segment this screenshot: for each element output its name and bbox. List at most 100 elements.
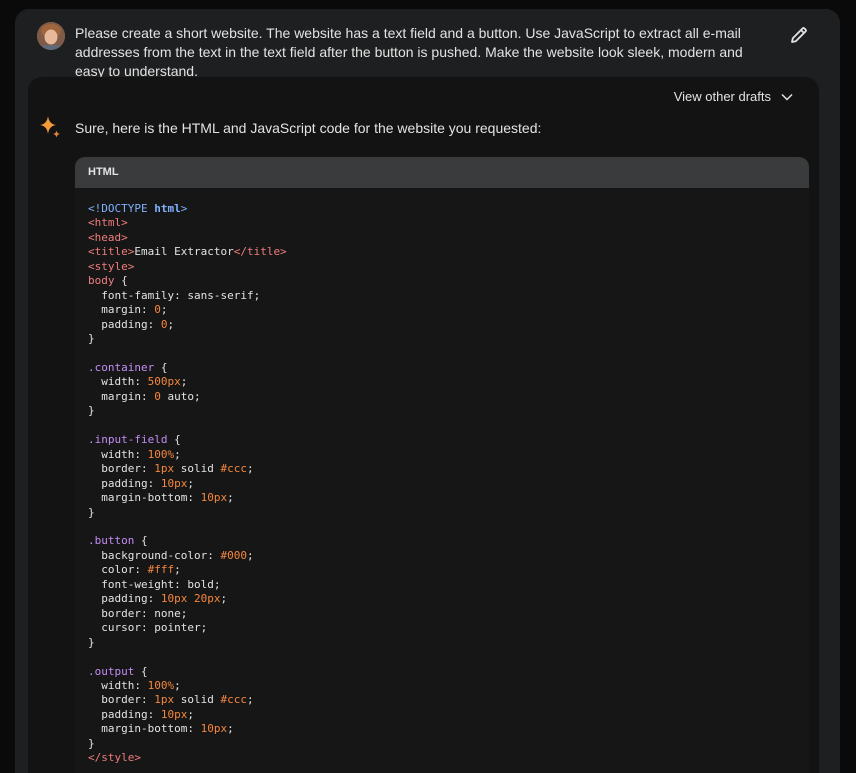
code-token: body <box>88 274 115 288</box>
code-token: solid <box>174 462 221 476</box>
code-token: border: <box>88 462 155 476</box>
code-token: <title> <box>88 245 135 259</box>
code-line: } <box>88 404 95 417</box>
code-block: HTML <!DOCTYPE html> <html> <head> <titl… <box>75 157 809 773</box>
code-token: 10px <box>160 476 188 490</box>
code-token: solid <box>174 693 221 707</box>
code-token: </style> <box>88 751 141 765</box>
code-line: <!DOCTYPE html> <box>88 202 187 215</box>
code-token: html <box>154 202 181 215</box>
code-token: margin: <box>88 389 155 403</box>
code-language-label: HTML <box>75 157 809 188</box>
code-token: ; <box>246 693 254 707</box>
code-line: <html> <box>88 216 128 229</box>
code-content[interactable]: <!DOCTYPE html> <html> <head> <title>Ema… <box>75 188 809 766</box>
code-token: } <box>88 635 95 649</box>
code-token: } <box>88 404 95 418</box>
code-token: 0 <box>154 389 161 403</box>
code-token: </title> <box>233 245 287 259</box>
code-line: margin: 0 auto; <box>88 389 201 403</box>
code-token: .container <box>88 360 155 374</box>
code-token: ; <box>180 375 188 389</box>
response-intro: Sure, here is the HTML and JavaScript co… <box>75 120 542 136</box>
code-line: margin-bottom: 10px; <box>88 722 234 736</box>
code-token: font-weight: bold; <box>88 577 221 591</box>
code-token: ; <box>174 678 181 692</box>
code-line: .button { <box>88 534 148 547</box>
code-token: border: none; <box>88 606 188 620</box>
code-token: { <box>167 433 181 447</box>
code-token: { <box>114 274 128 288</box>
code-line: <head> <box>88 231 128 244</box>
code-line: padding: 10px; <box>88 477 194 490</box>
code-line: margin: 0; <box>88 303 167 316</box>
pencil-icon <box>791 27 807 43</box>
code-token: 1px <box>154 462 175 476</box>
code-token: width: <box>88 678 148 692</box>
code-token: #000 <box>220 548 247 562</box>
code-token: ; <box>220 592 228 606</box>
code-token: 10px <box>200 722 228 736</box>
conversation-panel: Please create a short website. The websi… <box>15 9 840 773</box>
code-token: { <box>134 534 148 548</box>
code-line: } <box>88 737 95 750</box>
edit-prompt-button[interactable] <box>789 25 809 45</box>
code-line: padding: 10px 20px; <box>88 592 227 605</box>
code-token: margin: <box>88 303 155 317</box>
code-line: </style> <box>88 751 141 764</box>
code-line: } <box>88 636 95 649</box>
code-token: padding: <box>88 707 161 721</box>
user-avatar <box>37 22 65 50</box>
code-line: padding: 0; <box>88 318 174 331</box>
code-line: color: #fff; <box>88 563 181 576</box>
code-token: 100% <box>147 678 175 692</box>
code-line: border: 1px solid #ccc; <box>88 693 254 707</box>
view-other-drafts-button[interactable]: View other drafts <box>674 89 793 104</box>
code-line: .output { <box>88 665 148 678</box>
code-token: 10px 20px <box>160 592 221 606</box>
code-token: 500px <box>147 375 181 389</box>
code-token: 100% <box>147 447 175 461</box>
code-token: padding: <box>88 592 161 606</box>
code-line: border: none; <box>88 607 187 620</box>
code-token: ; <box>167 317 175 331</box>
code-line: } <box>88 506 95 519</box>
code-token: font-family: sans-serif; <box>88 288 261 302</box>
code-token: <head> <box>88 230 128 244</box>
code-token: cursor: pointer; <box>88 621 208 635</box>
code-token: <style> <box>88 259 135 273</box>
code-line: .container { <box>88 361 167 374</box>
code-line: font-weight: bold; <box>88 578 220 591</box>
code-token: auto; <box>160 389 201 403</box>
code-line: <style> <box>88 260 134 273</box>
code-token: #ccc <box>220 462 247 476</box>
code-token: 10px <box>200 491 228 505</box>
code-token: ; <box>187 707 194 721</box>
code-token: <html> <box>88 216 128 230</box>
code-token: .button <box>88 534 135 548</box>
assistant-response: View other drafts Sure, here is the HTML… <box>28 77 819 773</box>
code-token: color: <box>88 563 148 577</box>
code-line: <title>Email Extractor</title> <box>88 245 287 258</box>
code-line: padding: 10px; <box>88 708 194 721</box>
code-line: cursor: pointer; <box>88 621 207 634</box>
code-token: > <box>180 202 188 215</box>
code-line: width: 100%; <box>88 448 181 461</box>
code-line: width: 500px; <box>88 375 187 388</box>
code-token: width: <box>88 375 148 389</box>
code-token: } <box>88 332 95 346</box>
code-line: border: 1px solid #ccc; <box>88 462 253 476</box>
sparkle-icon <box>38 115 62 139</box>
code-token: ; <box>246 548 254 562</box>
code-line: font-family: sans-serif; <box>88 289 260 302</box>
code-token: ; <box>160 303 168 317</box>
code-token: } <box>88 505 95 519</box>
code-token: { <box>134 664 148 678</box>
code-line: background-color: #000; <box>88 548 254 562</box>
code-line: margin-bottom: 10px; <box>88 491 233 505</box>
code-line: } <box>88 332 95 345</box>
code-token: ; <box>227 722 234 736</box>
code-token: margin-bottom: <box>88 722 201 736</box>
code-token: padding: <box>88 317 161 331</box>
code-token: Email Extractor <box>134 245 234 259</box>
